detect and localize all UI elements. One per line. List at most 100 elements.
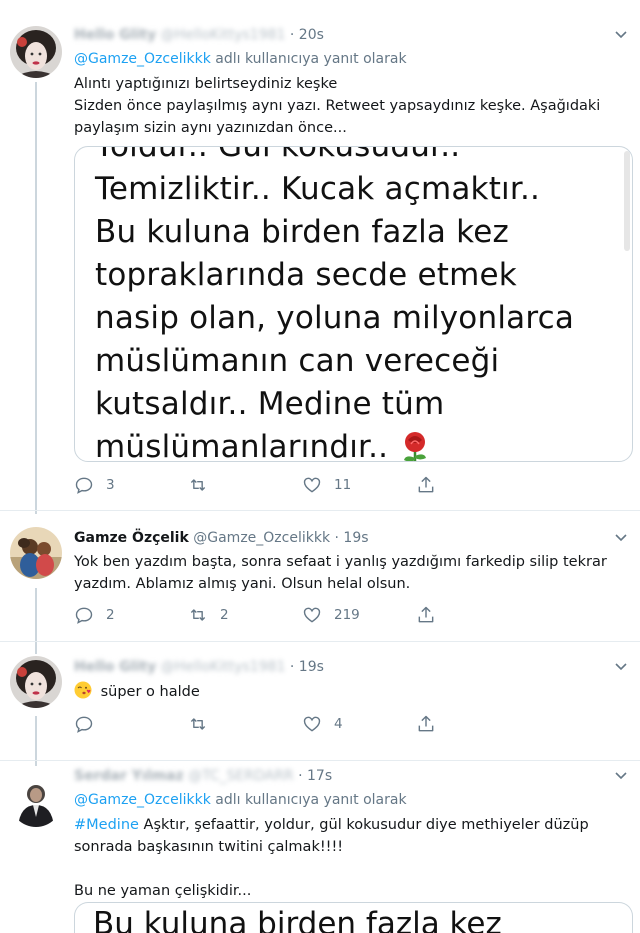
user-handle[interactable]: @Gamze_Ozcelikkk bbox=[193, 530, 330, 546]
reply-icon bbox=[75, 716, 93, 733]
tweet[interactable]: Hello Glity @HelloKittys1981 · 19s süper… bbox=[0, 642, 640, 760]
quote-line: topraklarında secde etmek bbox=[95, 257, 517, 293]
quote-line: Temizliktir.. Kucak açmaktır.. bbox=[95, 171, 541, 207]
separator-dot: · bbox=[298, 768, 303, 784]
user-handle[interactable]: @HelloKittys1981 bbox=[161, 659, 286, 675]
avatar[interactable] bbox=[10, 775, 62, 827]
replying-to: @Gamze_Ozcelikkk adlı kullanıcıya yanıt … bbox=[74, 51, 407, 67]
quote-line-last: müslümanlarındır.. bbox=[95, 426, 615, 462]
timestamp[interactable]: 20s bbox=[299, 27, 324, 43]
display-name[interactable]: Hello Glity bbox=[74, 27, 156, 43]
hashtag-link[interactable]: #Medine bbox=[74, 817, 139, 833]
avatar[interactable] bbox=[10, 26, 62, 78]
tweet-text-line: süper o halde bbox=[100, 684, 200, 700]
chevron-down-icon[interactable] bbox=[614, 660, 628, 674]
tweet-text: Alıntı yaptığınızı belirtseydiniz keşke … bbox=[74, 73, 614, 139]
replying-to-label: adlı kullanıcıya yanıt olarak bbox=[215, 792, 407, 808]
reply-count: 2 bbox=[106, 607, 115, 623]
tweet-text-fragment: Aşktır, şefaattir, yoldur, gül kokusudur… bbox=[138, 817, 589, 833]
avatar[interactable] bbox=[10, 527, 62, 579]
quote-line: Yoldur.. Gül kokusudur.. bbox=[95, 146, 461, 164]
reply-button[interactable]: 3 bbox=[74, 474, 115, 496]
tweet-text-line: Alıntı yaptığınızı belirtseydiniz keşke bbox=[74, 76, 338, 92]
mention-link[interactable]: @Gamze_Ozcelikkk bbox=[74, 51, 211, 67]
separator-dot: · bbox=[334, 530, 339, 546]
separator-dot: · bbox=[289, 27, 295, 43]
heart-icon bbox=[303, 477, 321, 493]
like-button[interactable]: 219 bbox=[302, 604, 360, 626]
tweet-text: #Medine Aşktır, şefaattir, yoldur, gül k… bbox=[74, 814, 614, 902]
tweet-header: Hello Glity @HelloKittys1981 · 20s bbox=[74, 27, 324, 43]
quote-line: kutsaldır.. Medine tüm bbox=[95, 386, 445, 422]
user-handle[interactable]: @TC_SERDARR bbox=[188, 768, 294, 784]
separator-dot: · bbox=[289, 659, 295, 675]
tweet-actions: 3 11 bbox=[74, 474, 494, 496]
retweet-button[interactable]: 2 bbox=[188, 604, 229, 626]
timestamp[interactable]: 19s bbox=[343, 530, 368, 546]
mention-link[interactable]: @Gamze_Ozcelikkk bbox=[74, 792, 211, 808]
reply-button[interactable] bbox=[74, 713, 106, 735]
replying-to: @Gamze_Ozcelikkk adlı kullanıcıya yanıt … bbox=[74, 792, 407, 808]
retweet-icon bbox=[190, 479, 206, 491]
heart-icon bbox=[303, 607, 321, 623]
quoted-image[interactable]: Bu kuluna birden fazla kez bbox=[74, 902, 633, 933]
share-button[interactable] bbox=[416, 604, 436, 626]
reply-count: 3 bbox=[106, 477, 115, 493]
tweet-text-line: Bu ne yaman çelişkidir... bbox=[74, 883, 252, 899]
face-blowing-kiss-emoji bbox=[74, 681, 92, 699]
tweet-text-spacer bbox=[74, 858, 614, 880]
chevron-down-icon[interactable] bbox=[614, 28, 628, 42]
tweet[interactable]: Gamze Özçelik @Gamze_Ozcelikkk · 19s Yok… bbox=[0, 511, 640, 641]
rose-emoji bbox=[404, 431, 427, 461]
tweet-actions: 2 2 219 bbox=[74, 604, 494, 626]
tweet[interactable]: Serdar Yılmaz @TC_SERDARR · 17s @Gamze_O… bbox=[0, 761, 640, 916]
like-count: 4 bbox=[334, 716, 343, 732]
chevron-down-icon[interactable] bbox=[614, 769, 628, 783]
share-icon bbox=[418, 476, 434, 493]
display-name[interactable]: Serdar Yılmaz bbox=[74, 768, 184, 784]
tweet-text-line: Sizden önce paylaşılmış aynı yazı. Retwe… bbox=[74, 98, 601, 114]
display-name[interactable]: Hello Glity bbox=[74, 659, 156, 675]
timestamp[interactable]: 19s bbox=[299, 659, 324, 675]
tweet[interactable]: Hello Glity @HelloKittys1981 · 20s @Gamz… bbox=[0, 0, 640, 510]
tweet-header: Gamze Özçelik @Gamze_Ozcelikkk · 19s bbox=[74, 530, 369, 546]
share-button[interactable] bbox=[416, 474, 436, 496]
reply-button[interactable]: 2 bbox=[74, 604, 115, 626]
tweet-actions: 4 bbox=[74, 713, 494, 735]
reply-icon bbox=[75, 607, 93, 624]
user-handle[interactable]: @HelloKittys1981 bbox=[161, 27, 286, 43]
retweet-button[interactable] bbox=[188, 474, 220, 496]
like-button[interactable]: 4 bbox=[302, 713, 343, 735]
like-count: 219 bbox=[334, 607, 360, 623]
quoted-image[interactable]: Yoldur.. Gül kokusudur.. Temizliktir.. K… bbox=[74, 146, 633, 462]
share-button[interactable] bbox=[416, 713, 436, 735]
tweet-text-line: Yok ben yazdım başta, sonra sefaat i yan… bbox=[74, 554, 607, 570]
quote-line: Bu kuluna birden fazla kez bbox=[95, 214, 509, 250]
tweet-header: Serdar Yılmaz @TC_SERDARR · 17s bbox=[74, 768, 332, 784]
display-name[interactable]: Gamze Özçelik bbox=[74, 530, 189, 546]
retweet-button[interactable] bbox=[188, 713, 220, 735]
share-icon bbox=[418, 606, 434, 623]
reply-icon bbox=[75, 477, 93, 494]
retweet-icon bbox=[190, 609, 206, 621]
like-count: 11 bbox=[334, 477, 352, 493]
retweet-icon bbox=[190, 718, 206, 730]
scrollbar[interactable] bbox=[624, 151, 630, 251]
tweet-text-line: paylaşım sizin aynı yazınızdan önce... bbox=[74, 120, 347, 136]
replying-to-label: adlı kullanıcıya yanıt olarak bbox=[215, 51, 407, 67]
tweet-text-line: yazdım. Ablamız almış yani. Olsun helal … bbox=[74, 576, 411, 592]
quoted-image-text: Bu kuluna birden fazla kez bbox=[93, 906, 502, 933]
quote-line: müslümanlarındır.. bbox=[95, 429, 389, 462]
tweet-text-line: #Medine Aşktır, şefaattir, yoldur, gül k… bbox=[74, 814, 614, 836]
like-button[interactable]: 11 bbox=[302, 474, 351, 496]
chevron-down-icon[interactable] bbox=[614, 531, 628, 545]
heart-icon bbox=[303, 716, 321, 732]
quoted-image-text: Yoldur.. Gül kokusudur.. Temizliktir.. K… bbox=[95, 146, 615, 462]
quote-line: müslümanın can vereceği bbox=[95, 343, 500, 379]
tweet-text: süper o halde bbox=[74, 681, 614, 703]
timestamp[interactable]: 17s bbox=[307, 768, 332, 784]
retweet-count: 2 bbox=[220, 607, 229, 623]
avatar[interactable] bbox=[10, 656, 62, 708]
tweet-text: Yok ben yazdım başta, sonra sefaat i yan… bbox=[74, 551, 614, 595]
tweet-header: Hello Glity @HelloKittys1981 · 19s bbox=[74, 659, 324, 675]
